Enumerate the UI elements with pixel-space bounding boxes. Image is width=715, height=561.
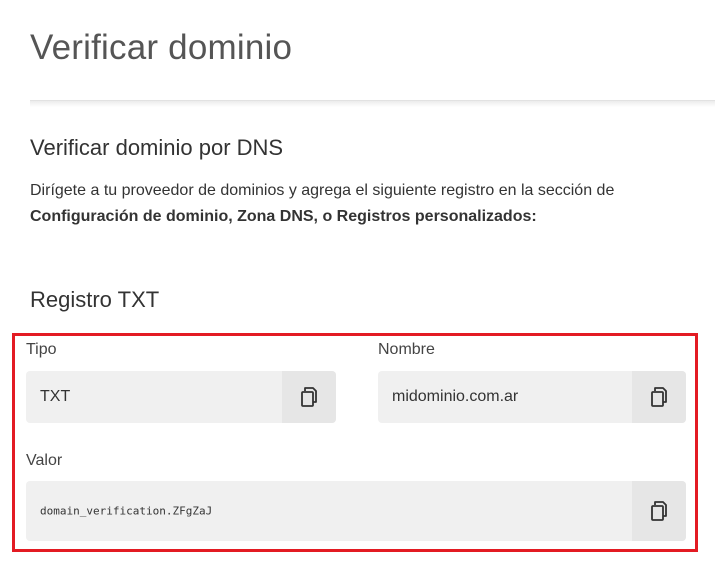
section-title: Verificar dominio por DNS bbox=[30, 135, 284, 160]
copy-icon bbox=[301, 387, 317, 407]
nombre-field: midominio.com.ar bbox=[378, 371, 686, 423]
record-title: Registro TXT bbox=[30, 287, 160, 312]
tipo-value: TXT bbox=[40, 388, 71, 405]
instructions-text-regular: Dirígete a tu proveedor de dominios y ag… bbox=[30, 182, 615, 199]
valor-field: domain_verification.ZFgZaJ bbox=[26, 481, 686, 541]
tipo-field: TXT bbox=[26, 371, 336, 423]
copy-icon bbox=[651, 501, 667, 521]
copy-icon bbox=[651, 387, 667, 407]
copy-valor-button[interactable] bbox=[632, 481, 686, 541]
nombre-label: Nombre bbox=[378, 341, 435, 358]
instructions-text: Dirígete a tu proveedor de dominios y ag… bbox=[30, 178, 670, 230]
tipo-label: Tipo bbox=[26, 341, 57, 358]
valor-label: Valor bbox=[26, 452, 63, 469]
valor-value: domain_verification.ZFgZaJ bbox=[40, 504, 213, 518]
copy-nombre-button[interactable] bbox=[632, 371, 686, 423]
instructions-text-bold: Configuración de dominio, Zona DNS, o Re… bbox=[30, 208, 537, 225]
copy-tipo-button[interactable] bbox=[282, 371, 336, 423]
page-title: Verificar dominio bbox=[30, 28, 293, 67]
nombre-value: midominio.com.ar bbox=[392, 388, 519, 405]
divider bbox=[30, 100, 715, 107]
